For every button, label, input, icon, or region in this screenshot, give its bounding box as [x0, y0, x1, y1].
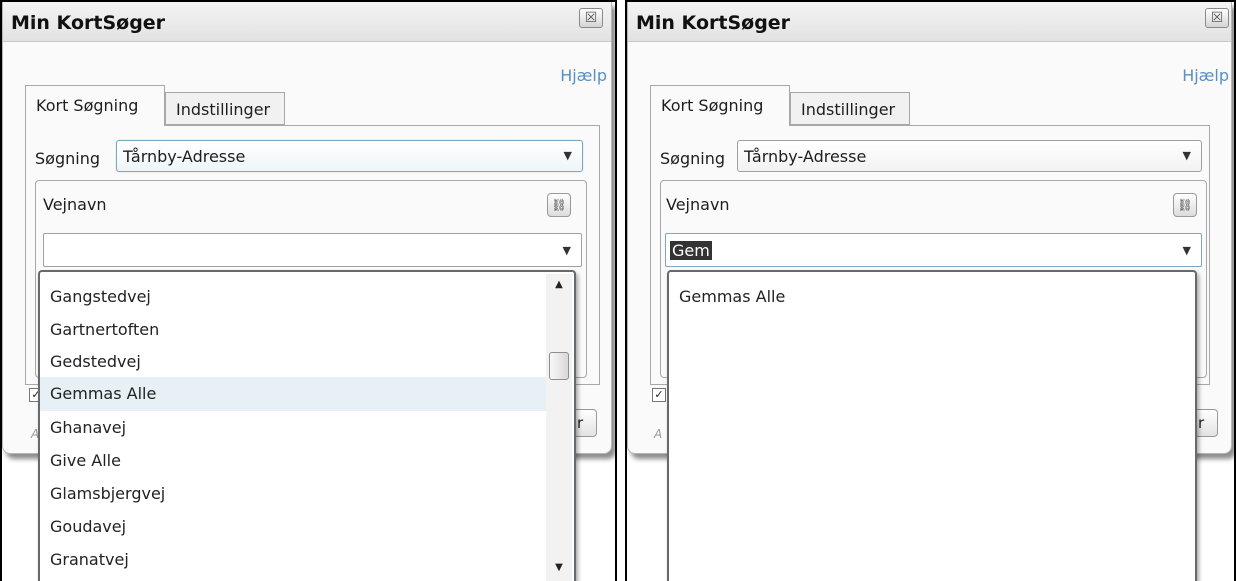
chevron-down-icon: ▼ [1182, 244, 1191, 257]
binoculars-icon: ⛓ [551, 198, 567, 212]
close-icon: ☒ [584, 10, 598, 26]
list-item[interactable]: Gedstedvej [40, 345, 546, 379]
list-item[interactable]: Gartnertoften [40, 313, 546, 347]
search-select-value: Tårnby-Adresse [123, 147, 246, 166]
scroll-down-arrow-icon[interactable]: ▼ [546, 557, 572, 579]
window-title: Min KortSøger [11, 12, 166, 34]
list-item[interactable]: Gangstedvej [40, 280, 546, 314]
list-item[interactable]: Glamsbjergvej [40, 477, 546, 511]
tab-kort-soegning[interactable]: Kort Søgning [25, 85, 165, 126]
tab-indstillinger[interactable]: Indstillinger [790, 92, 910, 125]
close-icon: ☒ [1210, 10, 1224, 26]
action-button[interactable]: r [575, 409, 597, 437]
list-item[interactable]: Goudavej [40, 510, 546, 544]
search-select[interactable]: Tårnby-Adresse ▼ [737, 140, 1202, 172]
option-checkbox[interactable]: ✓ [652, 388, 666, 402]
binoculars-button[interactable]: ⛓ [1173, 193, 1197, 217]
binoculars-icon: ⛓ [1177, 198, 1193, 212]
list-item[interactable]: Granatvej [40, 543, 546, 577]
search-label: Søgning [660, 149, 725, 168]
street-label: Vejnavn [666, 195, 730, 214]
left-panel: Min KortSøger ☒ Hjælp Kort Søgning Indst… [0, 0, 617, 581]
street-label: Vejnavn [43, 195, 107, 214]
check-icon: ✓ [654, 388, 664, 401]
help-link[interactable]: Hjælp [1182, 66, 1229, 85]
close-button[interactable]: ☒ [1205, 8, 1229, 28]
list-item-selected[interactable]: Gemmas Alle [40, 377, 546, 411]
close-button[interactable]: ☒ [579, 8, 603, 28]
window-title: Min KortSøger [636, 12, 791, 34]
tab-indstillinger[interactable]: Indstillinger [165, 92, 285, 125]
action-button-label: r [1198, 414, 1205, 432]
title-bar: Min KortSøger ☒ [3, 2, 611, 42]
title-bar: Min KortSøger ☒ [628, 2, 1231, 42]
list-item[interactable]: Ghanavej [40, 411, 546, 445]
list-item[interactable]: Gemmas Alle [669, 280, 1189, 314]
search-select[interactable]: Tårnby-Adresse ▼ [116, 140, 583, 172]
scroll-up-arrow-icon[interactable]: ▲ [546, 274, 572, 296]
right-panel: Min KortSøger ☒ Hjælp Kort Søgning Indst… [625, 0, 1236, 581]
chevron-down-icon: ▼ [1182, 149, 1191, 162]
street-combo-input[interactable]: Gem ▼ [665, 233, 1202, 267]
chevron-down-icon: ▼ [563, 149, 572, 162]
street-combo-input[interactable]: ▼ [43, 233, 582, 267]
list-item[interactable]: Give Alle [40, 444, 546, 478]
tab-kort-soegning[interactable]: Kort Søgning [650, 85, 790, 126]
action-button-label: r [577, 414, 584, 432]
street-input-value: Gem [670, 241, 712, 260]
help-link[interactable]: Hjælp [560, 66, 607, 85]
search-select-value: Tårnby-Adresse [744, 147, 867, 166]
chevron-down-icon: ▼ [562, 244, 571, 257]
scroll-thumb[interactable] [549, 352, 569, 380]
binoculars-button[interactable]: ⛓ [547, 193, 571, 217]
action-button[interactable]: r [1196, 409, 1218, 437]
street-dropdown-list: Gemmas Alle [667, 270, 1197, 581]
search-label: Søgning [35, 149, 100, 168]
scrollbar[interactable]: ▲ ▼ [546, 274, 572, 581]
hint-text: A [654, 427, 663, 441]
street-dropdown-list: Gangstedvej Gartnertoften Gedstedvej Gem… [38, 270, 576, 581]
